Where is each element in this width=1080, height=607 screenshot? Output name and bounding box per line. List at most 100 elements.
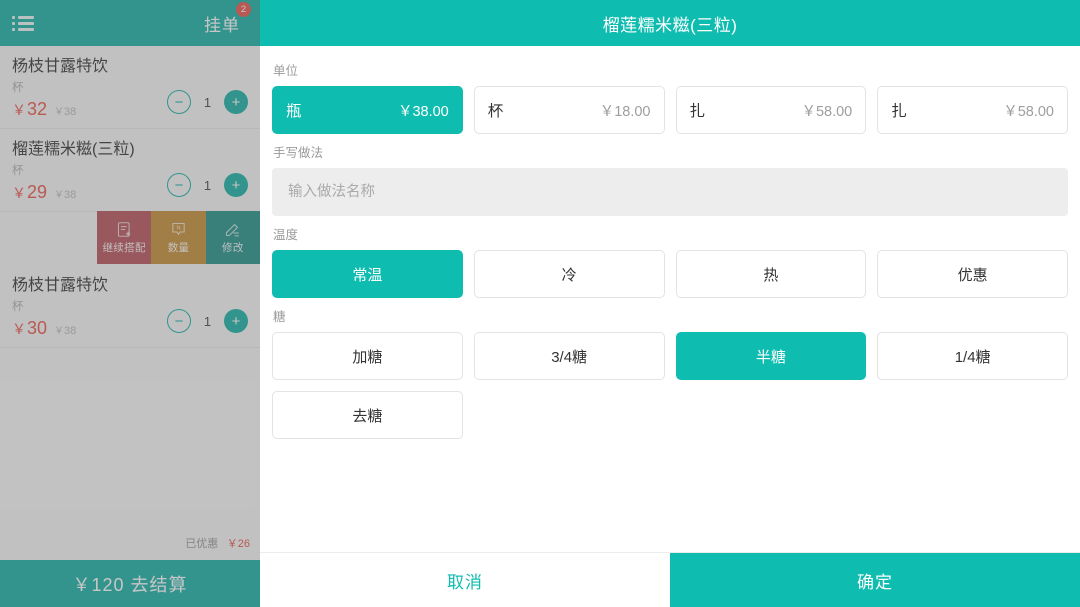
item-quantity: 1 [203,313,212,329]
section-unit: 单位 瓶 ￥38.00 杯 ￥18.00 扎 ￥58.00 扎 ￥58.00 [272,56,1068,134]
item-unit: 杯 [12,165,24,177]
item-price: ￥32 [12,99,47,120]
item-price-value: 30 [27,318,48,338]
order-panel: 挂单 2 杨枝甘露特饮 杯 ￥32 ￥38 − 1 + 榴莲糯米糍(三粒) 杯 … [0,0,260,607]
temperature-option[interactable]: 热 [675,250,867,298]
unit-option-price: ￥38.00 [397,103,449,120]
discount-summary: 已优惠 ￥26 [0,528,260,560]
item-price: ￥30 [12,318,47,339]
temperature-option-grid: 常温 冷 热 优惠 [272,250,1068,298]
unit-option-name: 瓶 [286,103,302,120]
currency-symbol: ￥ [12,102,26,118]
item-quantity: 1 [203,94,212,110]
section-sugar: 糖 加糖 3/4糖 半糖 1/4糖 去糖 [272,302,1068,439]
section-handwrite: 手写做法 [272,138,1068,216]
sugar-option[interactable]: 1/4糖 [877,332,1068,380]
section-label-unit: 单位 [273,64,299,78]
order-list-item[interactable]: 杨枝甘露特饮 杯 ￥32 ￥38 − 1 + [0,46,260,129]
modify-label: 修改 [222,241,244,254]
item-unit: 杯 [12,301,24,313]
unit-option-price: ￥58.00 [801,103,853,120]
unit-option[interactable]: 扎 ￥58.00 [675,86,867,134]
detail-panel-header: 榴莲糯米糍(三粒) [260,0,1080,46]
unit-option[interactable]: 扎 ￥58.00 [877,86,1068,134]
svg-text:N: N [176,225,180,231]
detail-panel-footer: 取消 确定 [260,552,1080,607]
unit-option-price: ￥58.00 [1003,103,1054,120]
continue-pairing-button[interactable]: 继续搭配 [97,211,152,264]
plus-icon[interactable]: + [224,309,248,333]
sugar-option[interactable]: 半糖 [675,332,867,380]
list-menu-icon[interactable] [12,15,34,31]
quantity-label: 数量 [167,241,190,254]
item-price-value: 32 [27,99,48,119]
plus-icon[interactable]: + [224,173,248,197]
currency-symbol: ￥ [54,107,65,118]
confirm-button[interactable]: 确定 [670,553,1080,607]
order-item-list[interactable]: 杨枝甘露特饮 杯 ￥32 ￥38 − 1 + 榴莲糯米糍(三粒) 杯 ￥29 ￥… [0,46,260,528]
item-original-price-value: 38 [64,189,77,201]
temperature-option[interactable]: 常温 [272,250,463,298]
hold-order-badge: 2 [236,1,251,17]
item-original-price-value: 38 [64,325,77,337]
currency-symbol: ￥ [12,321,26,337]
currency-symbol: ￥ [54,190,65,201]
quantity-stepper[interactable]: − 1 + [167,309,248,333]
discount-amount: ￥26 [226,538,250,550]
hold-order-label: 挂单 [204,15,240,35]
item-action-bar: 继续搭配 N 数量 修改 [97,211,260,264]
sugar-option[interactable]: 3/4糖 [473,332,665,380]
section-label-sugar: 糖 [273,310,286,324]
quantity-stepper[interactable]: − 1 + [167,90,248,114]
quantity-stepper[interactable]: − 1 + [167,173,248,197]
checkout-button[interactable]: ￥120 去结算 [0,560,260,607]
unit-option-name: 扎 [891,103,907,120]
unit-option-name: 杯 [487,103,504,120]
item-price: ￥29 [12,182,47,203]
item-original-price: ￥38 [54,186,76,201]
cancel-button[interactable]: 取消 [260,553,670,607]
temperature-option[interactable]: 冷 [473,250,665,298]
order-list-item[interactable]: 榴莲糯米糍(三粒) 杯 ￥29 ￥38 − 1 + 继续搭配 N 数量 修改 [0,129,260,264]
sugar-option[interactable]: 加糖 [272,332,463,380]
item-unit: 杯 [12,82,24,94]
hold-order-button[interactable]: 挂单 2 [204,1,251,36]
pos-app-window: 挂单 2 杨枝甘露特饮 杯 ￥32 ￥38 − 1 + 榴莲糯米糍(三粒) 杯 … [0,0,1080,607]
discount-label: 已优惠 [185,538,219,550]
order-panel-header: 挂单 2 [0,0,260,46]
minus-icon[interactable]: − [167,90,191,114]
handwrite-note-input[interactable] [272,168,1068,216]
pencil-edit-icon [226,223,240,236]
quantity-button[interactable]: N 数量 [151,211,206,264]
continue-pairing-label: 继续搭配 [102,241,146,254]
temperature-option[interactable]: 优惠 [877,250,1068,298]
unit-option[interactable]: 杯 ￥18.00 [473,86,665,134]
item-original-price: ￥38 [54,103,76,118]
item-name: 杨枝甘露特饮 [12,58,109,75]
section-label-handwrite: 手写做法 [273,146,324,160]
section-label-temperature: 温度 [273,228,299,242]
modify-button[interactable]: 修改 [205,211,260,264]
currency-symbol: ￥ [12,185,26,201]
page-title: 榴莲糯米糍(三粒) [602,15,738,35]
currency-symbol: ￥ [54,326,65,337]
sugar-option-grid: 加糖 3/4糖 半糖 1/4糖 去糖 [272,332,1068,439]
detail-panel-body: 单位 瓶 ￥38.00 杯 ￥18.00 扎 ￥58.00 扎 ￥58.00 手… [260,46,1080,552]
item-original-price: ￥38 [54,322,76,337]
item-price-value: 29 [27,182,48,202]
sugar-option[interactable]: 去糖 [272,391,463,439]
unit-option[interactable]: 瓶 ￥38.00 [272,86,463,134]
number-tag-icon: N [172,222,185,235]
minus-icon[interactable]: − [167,173,191,197]
item-name: 杨枝甘露特饮 [12,277,109,294]
order-list-item[interactable]: 杨枝甘露特饮 杯 ￥30 ￥38 − 1 + [0,265,260,348]
section-temperature: 温度 常温 冷 热 优惠 [272,220,1068,298]
minus-icon[interactable]: − [167,309,191,333]
item-detail-panel: 榴莲糯米糍(三粒) 单位 瓶 ￥38.00 杯 ￥18.00 扎 ￥58.00 … [260,0,1080,607]
item-name: 榴莲糯米糍(三粒) [12,141,135,158]
document-plus-icon [117,221,130,237]
item-original-price-value: 38 [64,106,77,118]
plus-icon[interactable]: + [224,90,248,114]
item-quantity: 1 [203,177,212,193]
unit-option-name: 扎 [689,103,706,120]
